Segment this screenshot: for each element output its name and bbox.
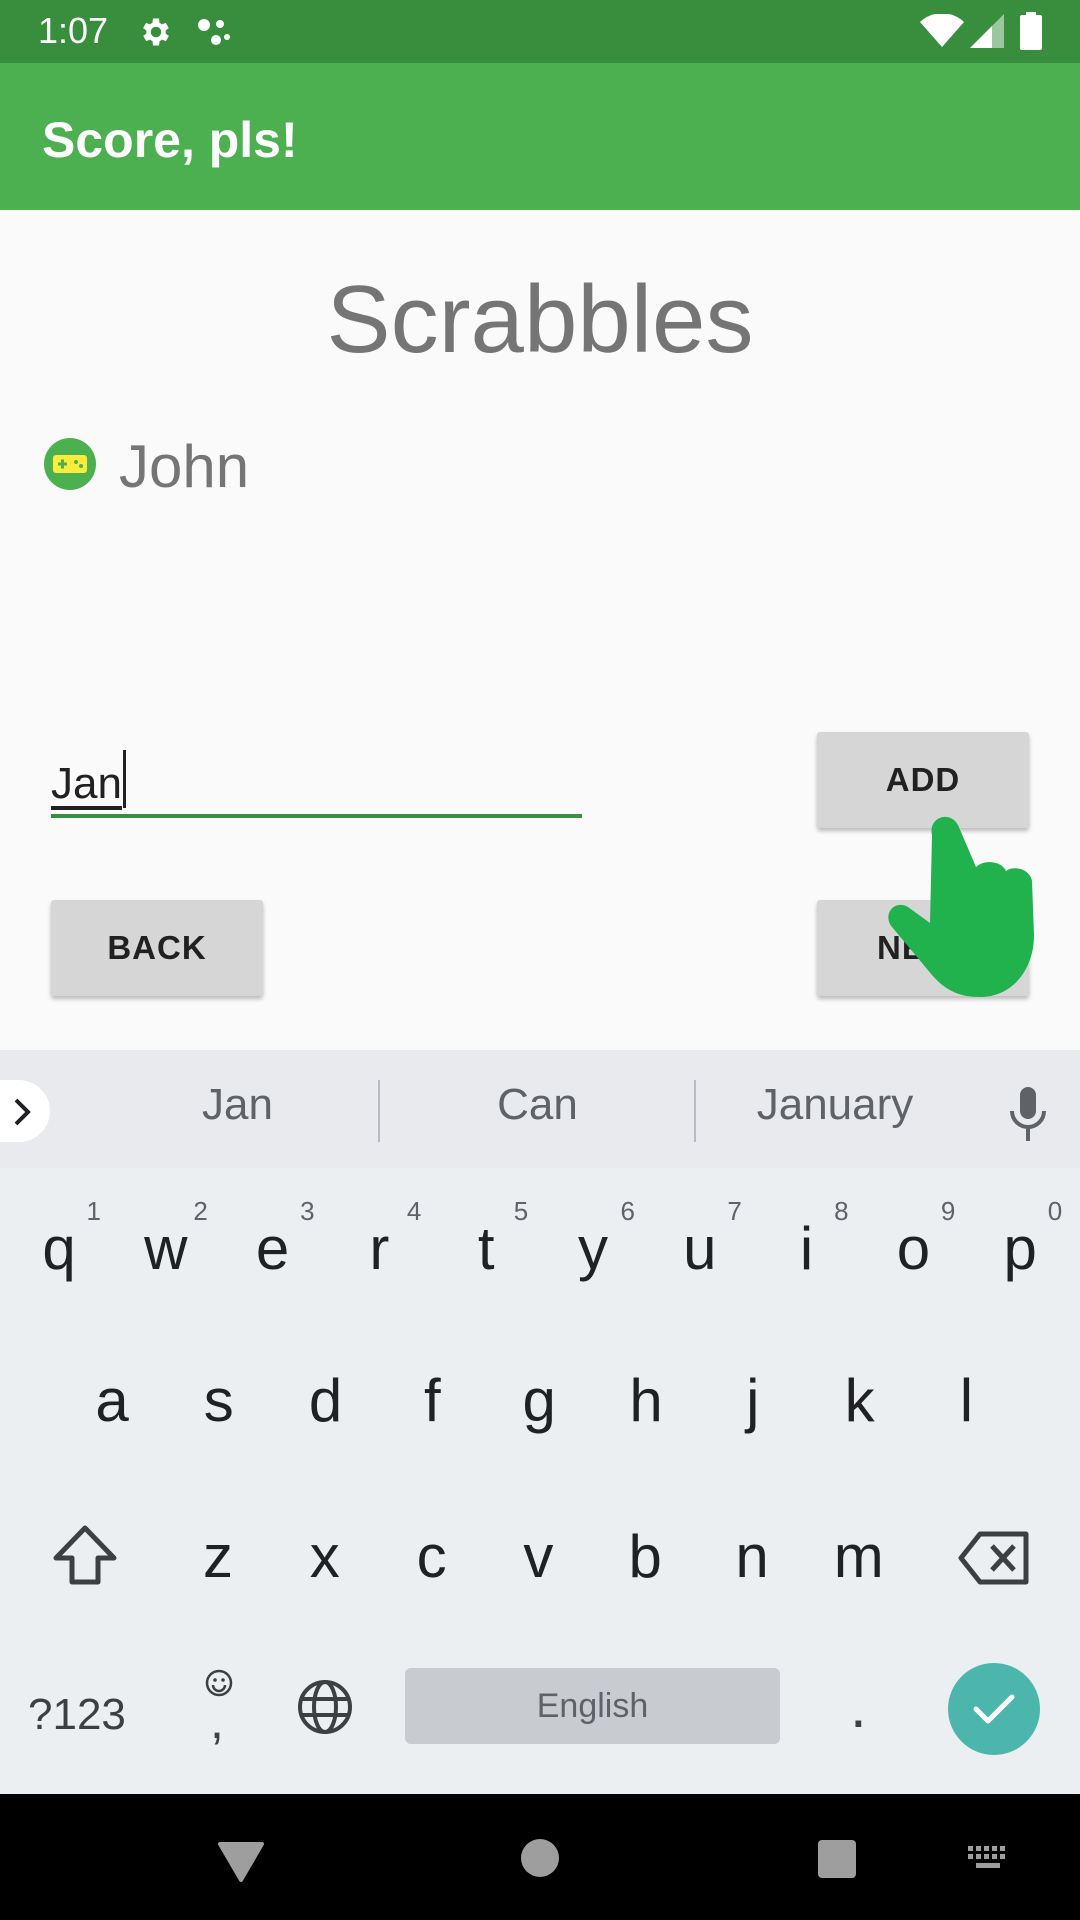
shift-key[interactable] <box>52 1524 118 1586</box>
key-char: n <box>735 1523 769 1590</box>
key-a[interactable]: a <box>64 1338 160 1458</box>
cell-signal-icon <box>970 14 1004 48</box>
key-f[interactable]: f <box>384 1338 480 1458</box>
back-button[interactable]: BACK <box>51 900 263 996</box>
key-number-hint: 5 <box>513 1196 529 1226</box>
assistant-dots-icon <box>198 19 230 45</box>
key-k[interactable]: k <box>812 1338 908 1458</box>
key-char: s <box>203 1367 234 1434</box>
key-j[interactable]: j <box>705 1338 801 1458</box>
key-q[interactable]: q1 <box>11 1186 107 1306</box>
key-p[interactable]: p0 <box>972 1186 1068 1306</box>
back-nav-icon[interactable] <box>216 1840 266 1884</box>
input-text: Jan <box>51 759 122 808</box>
text-caret <box>122 750 126 808</box>
player-name-input-value[interactable]: Jan <box>51 750 126 809</box>
gamepad-icon <box>44 438 96 490</box>
key-d[interactable]: d <box>278 1338 374 1458</box>
key-char: m <box>833 1523 884 1590</box>
status-time: 1:07 <box>38 10 109 51</box>
key-number-hint: 7 <box>727 1196 742 1226</box>
player-name-input[interactable]: Jan <box>51 740 582 818</box>
key-x[interactable]: x <box>277 1494 373 1614</box>
key-number-hint: 0 <box>1047 1196 1063 1226</box>
battery-icon <box>1020 12 1042 50</box>
key-number-hint: 2 <box>193 1196 208 1226</box>
chevron-right-icon <box>14 1098 31 1126</box>
player-name: John <box>119 433 250 500</box>
key-u[interactable]: u7 <box>652 1186 748 1306</box>
home-nav-icon[interactable] <box>520 1838 560 1878</box>
navigation-bar <box>0 1794 1080 1920</box>
key-r[interactable]: r4 <box>331 1186 427 1306</box>
key-l[interactable]: l <box>918 1338 1014 1458</box>
comma-label: , <box>210 1693 224 1749</box>
key-t[interactable]: t5 <box>438 1186 534 1306</box>
key-char: x <box>309 1523 340 1590</box>
key-char: a <box>95 1367 129 1434</box>
key-b[interactable]: b <box>597 1494 693 1614</box>
emoji-comma-key[interactable]: , <box>196 1664 242 1754</box>
key-number-hint: 1 <box>86 1196 101 1226</box>
suggestion-divider <box>378 1080 380 1142</box>
key-y[interactable]: y6 <box>545 1186 641 1306</box>
checkmark-icon <box>973 1694 1015 1724</box>
key-c[interactable]: c <box>384 1494 480 1614</box>
key-number-hint: 8 <box>834 1196 849 1226</box>
key-v[interactable]: v <box>490 1494 586 1614</box>
globe-icon[interactable] <box>296 1678 354 1736</box>
suggestion-divider <box>694 1080 696 1142</box>
settings-icon <box>143 18 169 46</box>
wifi-icon <box>920 14 964 47</box>
suggestion-1[interactable]: Jan <box>140 1080 335 1130</box>
app-bar: Score, pls! <box>0 63 1080 210</box>
expand-suggestions-button[interactable] <box>0 1080 50 1142</box>
key-number-hint: 4 <box>406 1196 422 1226</box>
recents-nav-icon[interactable] <box>816 1838 858 1880</box>
period-key[interactable]: . <box>850 1672 867 1741</box>
key-char: f <box>424 1367 441 1434</box>
key-char: l <box>959 1367 974 1434</box>
app-title: Score, pls! <box>42 112 298 168</box>
key-number-hint: 3 <box>300 1196 315 1226</box>
key-z[interactable]: z <box>170 1494 266 1614</box>
suggestion-3[interactable]: January <box>720 1080 950 1130</box>
key-o[interactable]: o9 <box>865 1186 961 1306</box>
key-n[interactable]: n <box>704 1494 800 1614</box>
backspace-key[interactable] <box>958 1530 1030 1586</box>
suggestion-bar: Jan Can January <box>0 1050 1080 1168</box>
enter-key[interactable] <box>948 1663 1040 1755</box>
microphone-icon[interactable] <box>1004 1085 1052 1143</box>
tap-hand-icon <box>888 816 1034 997</box>
key-char: b <box>628 1523 662 1590</box>
key-char: k <box>844 1367 875 1434</box>
key-s[interactable]: s <box>171 1338 267 1458</box>
symbols-key[interactable]: ?123 <box>28 1690 126 1740</box>
key-w[interactable]: w2 <box>118 1186 214 1306</box>
keyboard-switch-icon[interactable] <box>966 1844 1010 1872</box>
key-char: h <box>629 1367 663 1434</box>
space-key[interactable]: English <box>405 1668 780 1744</box>
key-h[interactable]: h <box>598 1338 694 1458</box>
game-title: Scrabbles <box>326 266 754 373</box>
key-char: v <box>523 1523 554 1590</box>
suggestion-2[interactable]: Can <box>440 1080 635 1130</box>
key-m[interactable]: m <box>811 1494 907 1614</box>
key-e[interactable]: e3 <box>225 1186 321 1306</box>
key-char: z <box>203 1523 233 1590</box>
status-bar: 1:07 <box>0 0 1080 63</box>
key-number-hint: 6 <box>620 1196 635 1226</box>
key-char: j <box>746 1367 760 1434</box>
key-i[interactable]: i8 <box>759 1186 855 1306</box>
key-number-hint: 9 <box>940 1196 956 1226</box>
key-char: d <box>308 1367 343 1434</box>
key-char: c <box>416 1523 447 1590</box>
key-char: g <box>522 1367 556 1434</box>
key-g[interactable]: g <box>491 1338 587 1458</box>
